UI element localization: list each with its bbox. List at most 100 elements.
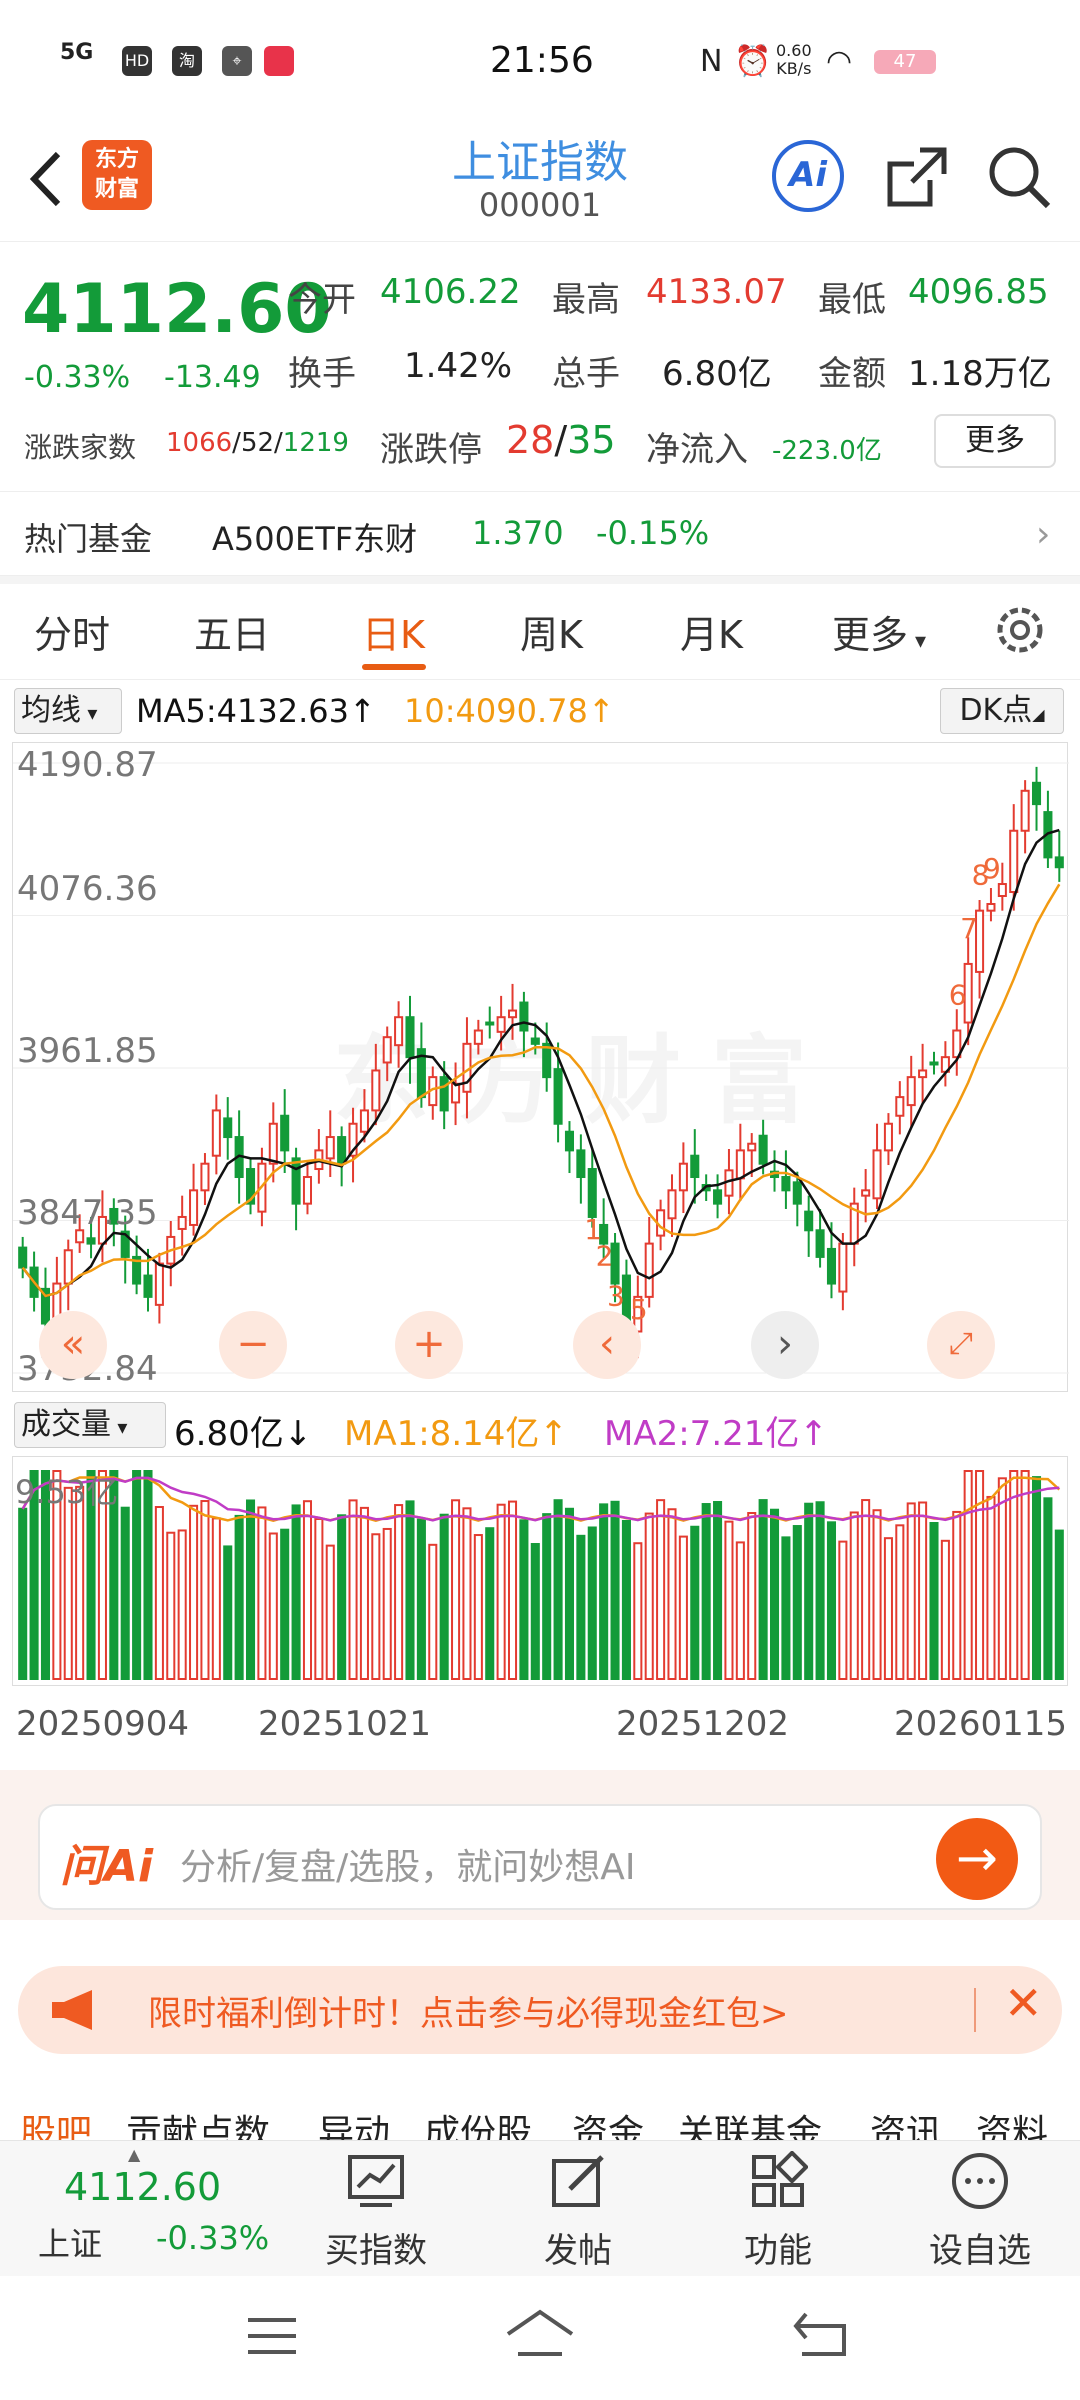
- candle-body: [986, 902, 996, 912]
- net-speed-value: 0.60: [776, 41, 812, 60]
- dk-signal-button[interactable]: DK点◢: [940, 688, 1064, 734]
- hd-icon: HD: [122, 46, 152, 76]
- candle-body: [359, 1109, 369, 1133]
- zoom-out-button[interactable]: −: [219, 1311, 287, 1379]
- volume-ma2-line: [21, 1476, 1060, 1522]
- volume-bar: [769, 1508, 780, 1680]
- change-percent: -0.33%: [24, 360, 131, 395]
- menu-icon[interactable]: [244, 2312, 300, 2362]
- ai-search-input[interactable]: 问Ai 分析/复盘/选股，就问妙想AI →: [38, 1804, 1042, 1910]
- scroll-right-button[interactable]: ›: [751, 1311, 819, 1379]
- tab-related-funds[interactable]: 关联基金: [678, 2104, 822, 2140]
- search-button[interactable]: [986, 144, 1052, 214]
- chart-settings-button[interactable]: [990, 600, 1050, 664]
- candle-body: [63, 1249, 73, 1285]
- arrow-right-icon[interactable]: →: [936, 1818, 1018, 1900]
- volume-bar: [849, 1511, 859, 1681]
- x-date-label: 20260115: [894, 1704, 1068, 1744]
- tab-more[interactable]: 更多 ▾: [832, 604, 926, 659]
- kline-svg: 123456789: [13, 762, 1069, 1374]
- active-tab-indicator: [362, 664, 426, 670]
- candle-body: [485, 1021, 495, 1026]
- hot-fund-row[interactable]: 热门基金 A500ETF东财 1.370 -0.15% ›: [0, 492, 1080, 576]
- battery-icon: 47: [874, 50, 936, 74]
- amount-label: 金额: [818, 354, 886, 394]
- tab-five-day[interactable]: 五日: [194, 604, 270, 659]
- functions-label: 功能: [744, 2231, 812, 2271]
- volume-bar: [621, 1519, 631, 1680]
- home-icon[interactable]: [504, 2306, 576, 2362]
- volume-bar: [496, 1503, 506, 1680]
- candle-body: [382, 1036, 392, 1064]
- tab-funds[interactable]: 资金: [572, 2104, 644, 2140]
- candle-body: [1031, 781, 1042, 806]
- candle-body: [325, 1136, 335, 1160]
- ai-placeholder: 分析/复盘/选股，就问妙想AI: [180, 1847, 636, 1888]
- promo-banner[interactable]: 限时福利倒计时！点击参与必得现金红包> ✕: [18, 1966, 1062, 2054]
- post-button[interactable]: 发帖: [508, 2151, 648, 2272]
- ai-assistant-button[interactable]: Ai: [772, 140, 844, 212]
- volume-bar: [952, 1510, 962, 1680]
- volume-bar: [325, 1544, 335, 1681]
- scroll-left-fast-button[interactable]: «: [39, 1311, 107, 1379]
- close-icon[interactable]: ✕: [1004, 1976, 1043, 2030]
- change-amount: -13.49: [164, 360, 261, 395]
- tab-news[interactable]: 资讯: [870, 2104, 942, 2140]
- functions-button[interactable]: 功能: [708, 2150, 848, 2272]
- period-tabs: 分时 五日 日K 周K 月K 更多 ▾: [0, 584, 1080, 680]
- signal-label: 5: [630, 1293, 648, 1326]
- ma-selector[interactable]: 均线 ▾: [14, 688, 122, 734]
- candle-body: [781, 1176, 791, 1192]
- volume-bar: [1009, 1470, 1019, 1680]
- bottom-price[interactable]: 4112.60: [64, 2165, 221, 2209]
- fund-section-label: 热门基金: [24, 520, 153, 558]
- candle-body: [1020, 789, 1030, 832]
- volume-bar: [804, 1502, 814, 1681]
- add-watchlist-button[interactable]: 设自选: [910, 2151, 1050, 2272]
- fund-price: 1.370: [472, 514, 564, 552]
- tab-daily-k[interactable]: 日K: [362, 604, 425, 659]
- volume-chart[interactable]: 9.53亿: [12, 1456, 1068, 1686]
- tab-intraday[interactable]: 分时: [34, 604, 110, 659]
- ma-indicator-row: 均线 ▾ MA5:4132.63↑ 10:4090.78↑ DK点◢: [0, 684, 1080, 740]
- low-label: 最低: [818, 280, 886, 320]
- tab-guba[interactable]: 股吧: [20, 2104, 92, 2140]
- scroll-left-button[interactable]: ‹: [573, 1311, 641, 1379]
- tab-more-label: 更多: [832, 613, 909, 657]
- fullscreen-button[interactable]: ⤢: [927, 1311, 995, 1379]
- buy-index-button[interactable]: 买指数: [306, 2151, 446, 2272]
- x-date-label: 20250904: [16, 1704, 190, 1744]
- share-button[interactable]: [884, 144, 950, 214]
- candle-body: [223, 1117, 233, 1139]
- candle-body: [815, 1229, 825, 1258]
- volume-bar: [166, 1531, 176, 1681]
- volume-ma1-line: [21, 1476, 1061, 1522]
- candle-body: [1054, 856, 1064, 869]
- back-icon[interactable]: [792, 2310, 852, 2362]
- tab-profile[interactable]: 资料: [976, 2104, 1048, 2140]
- nav-bar: 东方 财富 上证指数 000001 Ai: [0, 120, 1080, 242]
- grid-icon: [752, 2150, 809, 2207]
- kline-chart[interactable]: 东方财富 123456789 4190.87 4076.36 3961.85 3…: [12, 742, 1069, 1392]
- volume-bar: [337, 1514, 347, 1680]
- tab-movement[interactable]: 异动: [318, 2104, 390, 2140]
- candle-body: [394, 1016, 404, 1047]
- bottom-index-name: 上证: [38, 2225, 103, 2263]
- candle-body: [280, 1114, 290, 1152]
- volume-selector[interactable]: 成交量 ▾: [14, 1402, 166, 1448]
- candle-body: [291, 1157, 301, 1205]
- tab-weekly-k[interactable]: 周K: [520, 604, 583, 659]
- volume-bar: [1043, 1497, 1053, 1680]
- volume-bar: [18, 1507, 28, 1681]
- tab-contribution[interactable]: 贡献点数: [126, 2104, 270, 2140]
- status-bar: 5G HD 淘 ⌖ 21:56 Ν ⏰ 0.60 KB/s ◠ 47: [0, 0, 1080, 120]
- tab-constituents[interactable]: 成份股: [424, 2104, 532, 2140]
- breadth-label: 涨跌家数: [24, 431, 137, 464]
- zoom-in-button[interactable]: +: [395, 1311, 463, 1379]
- volume-bar: [599, 1503, 609, 1681]
- volume-bar: [189, 1504, 199, 1680]
- volume-bar: [462, 1507, 472, 1681]
- tab-monthly-k[interactable]: 月K: [680, 604, 743, 659]
- more-quote-button[interactable]: 更多: [934, 414, 1056, 468]
- signal-label: 2: [596, 1240, 614, 1273]
